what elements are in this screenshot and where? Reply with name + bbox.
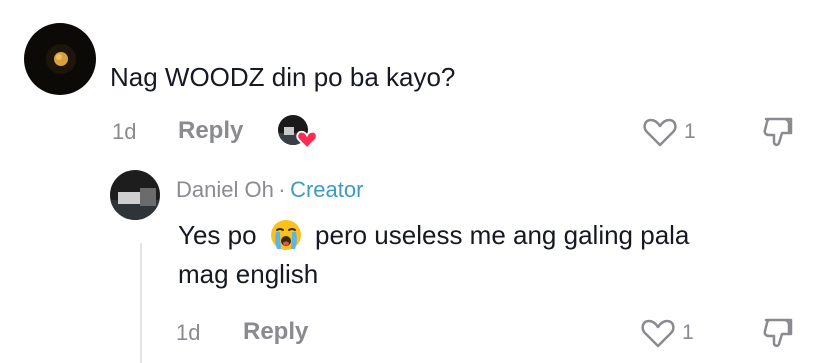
reply-author-line: Daniel Oh · Creator [176,177,363,203]
reply-timestamp: 1d [176,320,201,345]
reply-like-count: 1 [682,321,694,344]
reply-text-start: Yes po [178,220,257,250]
comment-timestamp: 1d [112,119,137,144]
like-count: 1 [684,120,696,143]
reply-like-button[interactable]: 1 [640,315,706,351]
reply-author-name[interactable]: Daniel Oh [176,177,274,202]
creator-avatar[interactable] [110,170,160,220]
reply-text-line-2: mag english [178,259,319,289]
thread-line [140,243,142,363]
reply-text-rest: pero useless me ang galing pala [315,220,690,250]
thumbs-down-icon [763,318,793,348]
loudly-crying-face-icon [270,220,301,250]
heart-badge-icon [296,130,318,149]
reply-button[interactable]: Reply [178,117,243,145]
dislike-button[interactable] [760,115,796,149]
heart-outline-icon [643,118,677,147]
author-separator: · [278,177,286,202]
reply-dislike-button[interactable] [760,316,796,350]
comment-text: Nag WOODZ din po ba kayo? [110,62,456,92]
creator-liked-indicator [278,115,320,151]
commenter-avatar[interactable] [24,23,96,95]
thumbs-down-icon [763,117,793,147]
heart-outline-icon [641,319,675,348]
like-button[interactable]: 1 [642,114,708,150]
creator-badge: Creator [290,177,364,202]
reply-to-reply-button[interactable]: Reply [243,318,308,346]
reply-text-line-1: Yes po pero useless me ang galing pala [178,218,689,252]
